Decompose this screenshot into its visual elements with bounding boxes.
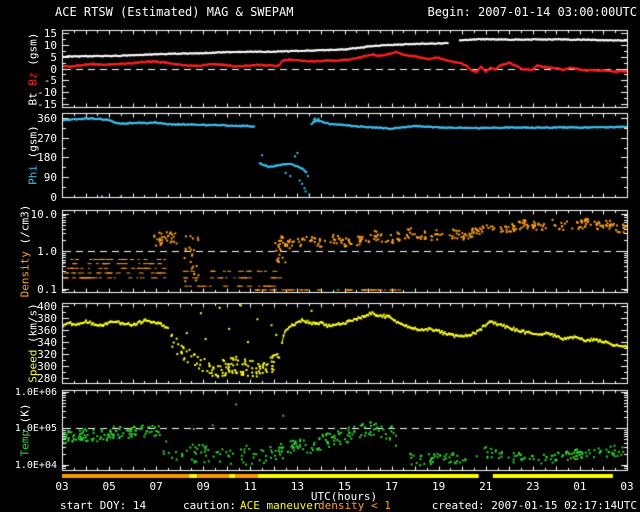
x-tick-label: 11 — [243, 480, 257, 493]
x-tick-label: 09 — [196, 480, 210, 493]
created-timestamp: created: 2007-01-15 02:17:14UTC — [431, 499, 637, 512]
plot-canvas — [0, 0, 640, 512]
caution-label: caution: — [183, 499, 236, 512]
ylabel-part: Speed — [26, 349, 40, 383]
x-tick-label: 01 — [573, 480, 587, 493]
ylabel-part: Bz — [26, 71, 40, 86]
ylabel-part: (/cm3) — [18, 204, 32, 251]
x-tick-label: 07 — [149, 480, 163, 493]
begin-timestamp: Begin: 2007-01-14 03:00:00UTC — [427, 5, 637, 19]
y-tick-label: 1.0E+04 — [14, 459, 57, 471]
panel-ylabel-speed: Speed (km/s) — [26, 303, 40, 383]
x-tick-label: 17 — [384, 480, 399, 493]
x-tick-label: 19 — [432, 480, 446, 493]
x-tick-label: 03 — [55, 480, 69, 493]
y-tick-label: 0 — [50, 190, 57, 204]
x-tick-label: 23 — [526, 480, 540, 493]
ylabel-part: Density — [18, 251, 32, 298]
panel-ylabel-temp: Temp (K) — [18, 403, 32, 457]
x-tick-label: 21 — [479, 480, 493, 493]
ace-maneuver-caution: ACE maneuver — [240, 499, 320, 512]
ylabel-part: Temp — [18, 430, 32, 457]
ylabel-part: Bt — [26, 85, 40, 105]
density-caution: density < 1 — [318, 499, 391, 512]
x-tick-label: 03 — [620, 480, 634, 493]
page-title: ACE RTSW (Estimated) MAG & SWEPAM — [55, 5, 294, 19]
panel-ylabel-density: Density (/cm3) — [18, 204, 32, 298]
ace-rtsw-plot-page: { "header": { "title": "ACE RTSW (Estima… — [0, 0, 640, 512]
ylabel-part: (K) — [18, 403, 32, 430]
ylabel-part: (gsm) — [26, 125, 40, 165]
panel-ylabel-mag: Bt Bz (gsm) — [26, 32, 40, 105]
ylabel-part: (gsm) — [26, 32, 40, 72]
x-tick-label: 13 — [290, 480, 305, 493]
y-tick-label: 1.0E+06 — [14, 386, 57, 398]
ylabel-part: Phi — [26, 164, 40, 185]
start-doy-label: start DOY: 14 — [60, 499, 147, 512]
panel-ylabel-phi: Phi (gsm) — [26, 125, 40, 185]
y-tick-label: 360 — [37, 111, 57, 125]
ylabel-part: (km/s) — [26, 303, 40, 350]
x-tick-label: 05 — [102, 480, 116, 493]
